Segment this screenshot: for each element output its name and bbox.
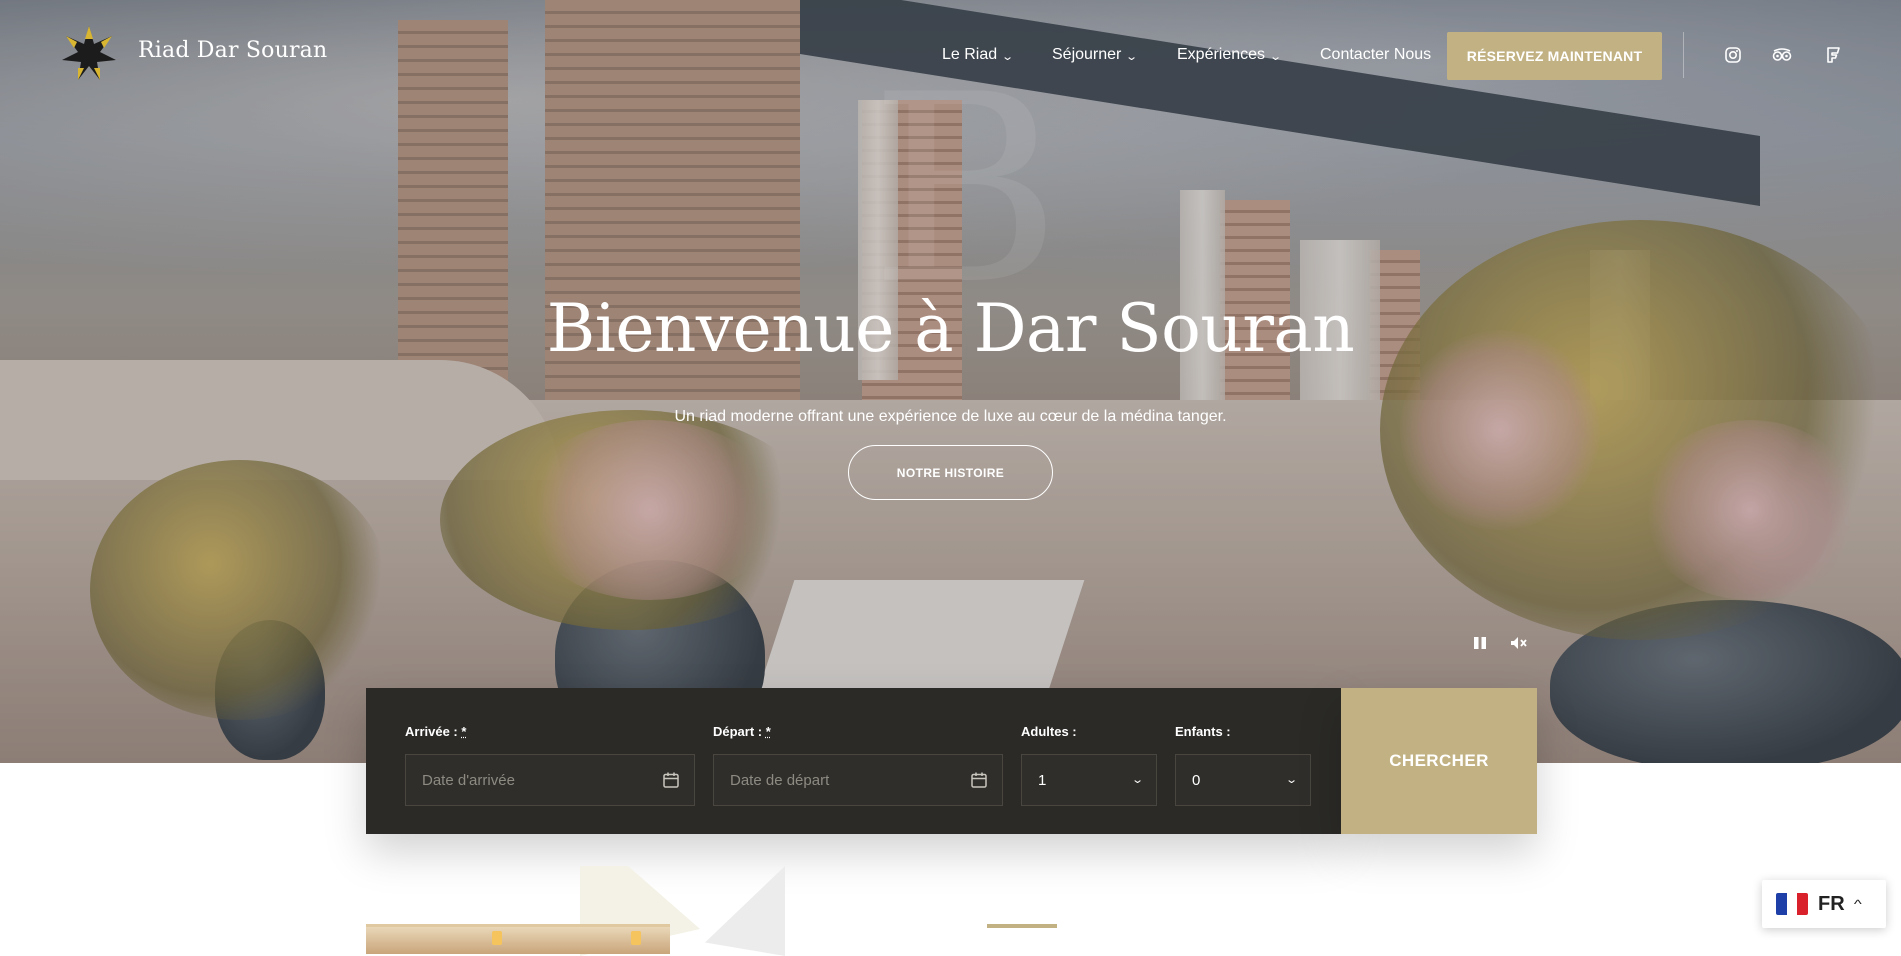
section-accent-rule — [987, 924, 1057, 928]
language-code: FR — [1818, 892, 1845, 915]
nav-item-experiences[interactable]: Expériences ⌄ — [1177, 44, 1283, 66]
arrival-label: Arrivée : * — [405, 724, 466, 739]
nav-item-label: Séjourner — [1052, 46, 1122, 63]
riad-interior-photo — [366, 924, 670, 954]
nav-item-contact[interactable]: Contacter Nous — [1320, 44, 1431, 66]
tripadvisor-icon[interactable] — [1771, 44, 1793, 66]
departure-label-text: Départ : — [713, 724, 763, 739]
arrival-label-text: Arrivée : — [405, 724, 458, 739]
book-now-button[interactable]: RÉSERVEZ MAINTENANT — [1447, 32, 1662, 80]
arrival-date-field[interactable] — [405, 754, 695, 806]
required-mark: * — [765, 724, 771, 739]
star-logo-icon[interactable] — [60, 24, 118, 82]
calendar-icon[interactable] — [662, 771, 680, 789]
hero-title: Bienvenue à Dar Souran — [546, 290, 1355, 367]
nav-item-label: Le Riad — [942, 46, 998, 63]
instagram-icon[interactable] — [1722, 44, 1744, 66]
brand-name[interactable]: Riad Dar Souran — [138, 38, 327, 63]
departure-label: Départ : * — [713, 724, 771, 739]
header-divider — [1683, 32, 1684, 78]
chevron-down-icon: ⌄ — [1125, 50, 1139, 63]
search-button[interactable]: CHERCHER — [1341, 688, 1537, 834]
booking-form: Arrivée : * Départ : * Adultes : 1 ⌄ Enf… — [366, 688, 1341, 834]
departure-date-input[interactable] — [730, 771, 986, 789]
france-flag-icon — [1776, 893, 1808, 915]
lamp-icon — [492, 931, 502, 945]
mute-icon[interactable] — [1508, 632, 1530, 654]
children-select[interactable]: 0 ⌄ — [1175, 754, 1311, 806]
lamp-icon — [631, 931, 641, 945]
children-label: Enfants : — [1175, 724, 1231, 739]
chevron-up-icon: ^ — [1853, 897, 1862, 911]
nav-item-label: Expériences — [1177, 46, 1266, 63]
hero-subtitle: Un riad moderne offrant une expérience d… — [674, 408, 1227, 425]
adults-select[interactable]: 1 ⌄ — [1021, 754, 1157, 806]
hero-video-background: B — [0, 0, 1901, 763]
foursquare-icon[interactable] — [1822, 44, 1844, 66]
chevron-down-icon: ⌄ — [1269, 50, 1283, 63]
pause-icon[interactable] — [1469, 632, 1491, 654]
nav-item-le-riad[interactable]: Le Riad ⌄ — [942, 44, 1015, 66]
required-mark: * — [461, 724, 467, 739]
decorative-shape — [705, 866, 785, 956]
adults-label: Adultes : — [1021, 724, 1077, 739]
arrival-date-input[interactable] — [422, 771, 678, 789]
nav-item-sejourner[interactable]: Séjourner ⌄ — [1052, 44, 1139, 66]
departure-date-field[interactable] — [713, 754, 1003, 806]
children-value: 0 — [1192, 771, 1201, 789]
calendar-icon[interactable] — [970, 771, 988, 789]
adults-value: 1 — [1038, 771, 1047, 789]
our-story-button[interactable]: NOTRE HISTOIRE — [848, 445, 1053, 500]
chevron-down-icon: ⌄ — [1284, 774, 1298, 786]
chevron-down-icon: ⌄ — [1001, 50, 1015, 63]
nav-item-label: Contacter Nous — [1320, 46, 1432, 63]
chevron-down-icon: ⌄ — [1130, 774, 1144, 786]
language-switcher[interactable]: FR ^ — [1762, 880, 1886, 928]
